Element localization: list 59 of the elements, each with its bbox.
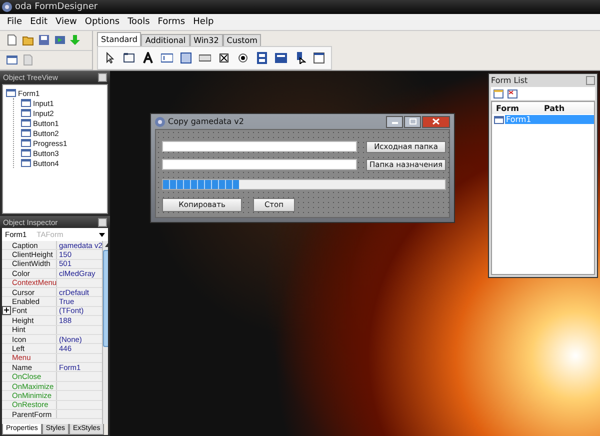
app-logo-icon [2, 2, 12, 12]
path-input-field[interactable] [162, 159, 357, 170]
close-button[interactable] [422, 116, 450, 128]
menu-item[interactable]: File [4, 16, 26, 28]
pointer-icon[interactable] [104, 52, 116, 64]
checkbox-icon[interactable] [218, 52, 230, 64]
run-form-icon [54, 34, 66, 46]
dropdown-arrow-icon [99, 233, 105, 237]
panel-icon[interactable] [313, 52, 325, 64]
menu-item[interactable]: View [52, 16, 80, 28]
label-icon[interactable] [142, 52, 154, 64]
menu-item[interactable]: Options [82, 16, 123, 28]
remove-form-icon[interactable] [507, 88, 518, 99]
close-icon [432, 118, 440, 125]
open-folder-icon [22, 34, 34, 46]
expand-icon[interactable] [3, 307, 10, 314]
close-button[interactable] [98, 72, 107, 82]
form-icon [494, 114, 504, 124]
palette-tab[interactable]: Custom [222, 34, 262, 46]
menu-item[interactable]: Edit [27, 16, 50, 28]
radio-button-icon[interactable] [237, 52, 249, 64]
form-icon [6, 88, 16, 98]
combo-box-icon[interactable] [275, 52, 287, 64]
form-icon [21, 138, 31, 148]
down-arrow-icon [70, 34, 82, 46]
close-button[interactable] [98, 218, 107, 226]
window-title: oda FormDesigner [15, 2, 98, 12]
text-field-icon[interactable] [161, 52, 173, 64]
app-logo-icon [155, 116, 165, 126]
palette-tab[interactable]: Additional [141, 34, 190, 46]
frame-icon[interactable] [123, 52, 135, 64]
form-icon [21, 118, 31, 128]
form-icon [21, 98, 31, 108]
maximize-icon [408, 118, 416, 125]
column-header[interactable]: Form [496, 104, 544, 112]
path-input-field[interactable] [162, 141, 357, 152]
form-window-icon [6, 54, 18, 66]
document-icon [22, 54, 34, 66]
form-icon [21, 108, 31, 118]
window-title: Form List [491, 76, 528, 85]
minimize-button[interactable] [386, 116, 403, 128]
menu-item[interactable]: Tools [124, 16, 153, 28]
menu-item[interactable]: Forms [154, 16, 188, 28]
save-icon [38, 34, 50, 46]
new-file-icon [6, 34, 18, 46]
scroll-control-icon[interactable] [294, 52, 306, 64]
palette-tab[interactable]: Standard [97, 32, 142, 46]
window-title: Copy gamedata v2 [168, 117, 244, 126]
form-icon [21, 158, 31, 168]
column-header[interactable]: Path [544, 104, 565, 112]
maximize-button[interactable] [404, 116, 421, 128]
form-icon [21, 128, 31, 138]
new-form-icon[interactable] [493, 88, 504, 99]
form-icon [21, 148, 31, 158]
button-control-icon[interactable] [199, 52, 211, 64]
memo-icon[interactable] [180, 52, 192, 64]
palette-tab[interactable]: Win32 [190, 34, 223, 46]
list-box-icon[interactable] [256, 52, 268, 64]
menu-item[interactable]: Help [190, 16, 217, 28]
